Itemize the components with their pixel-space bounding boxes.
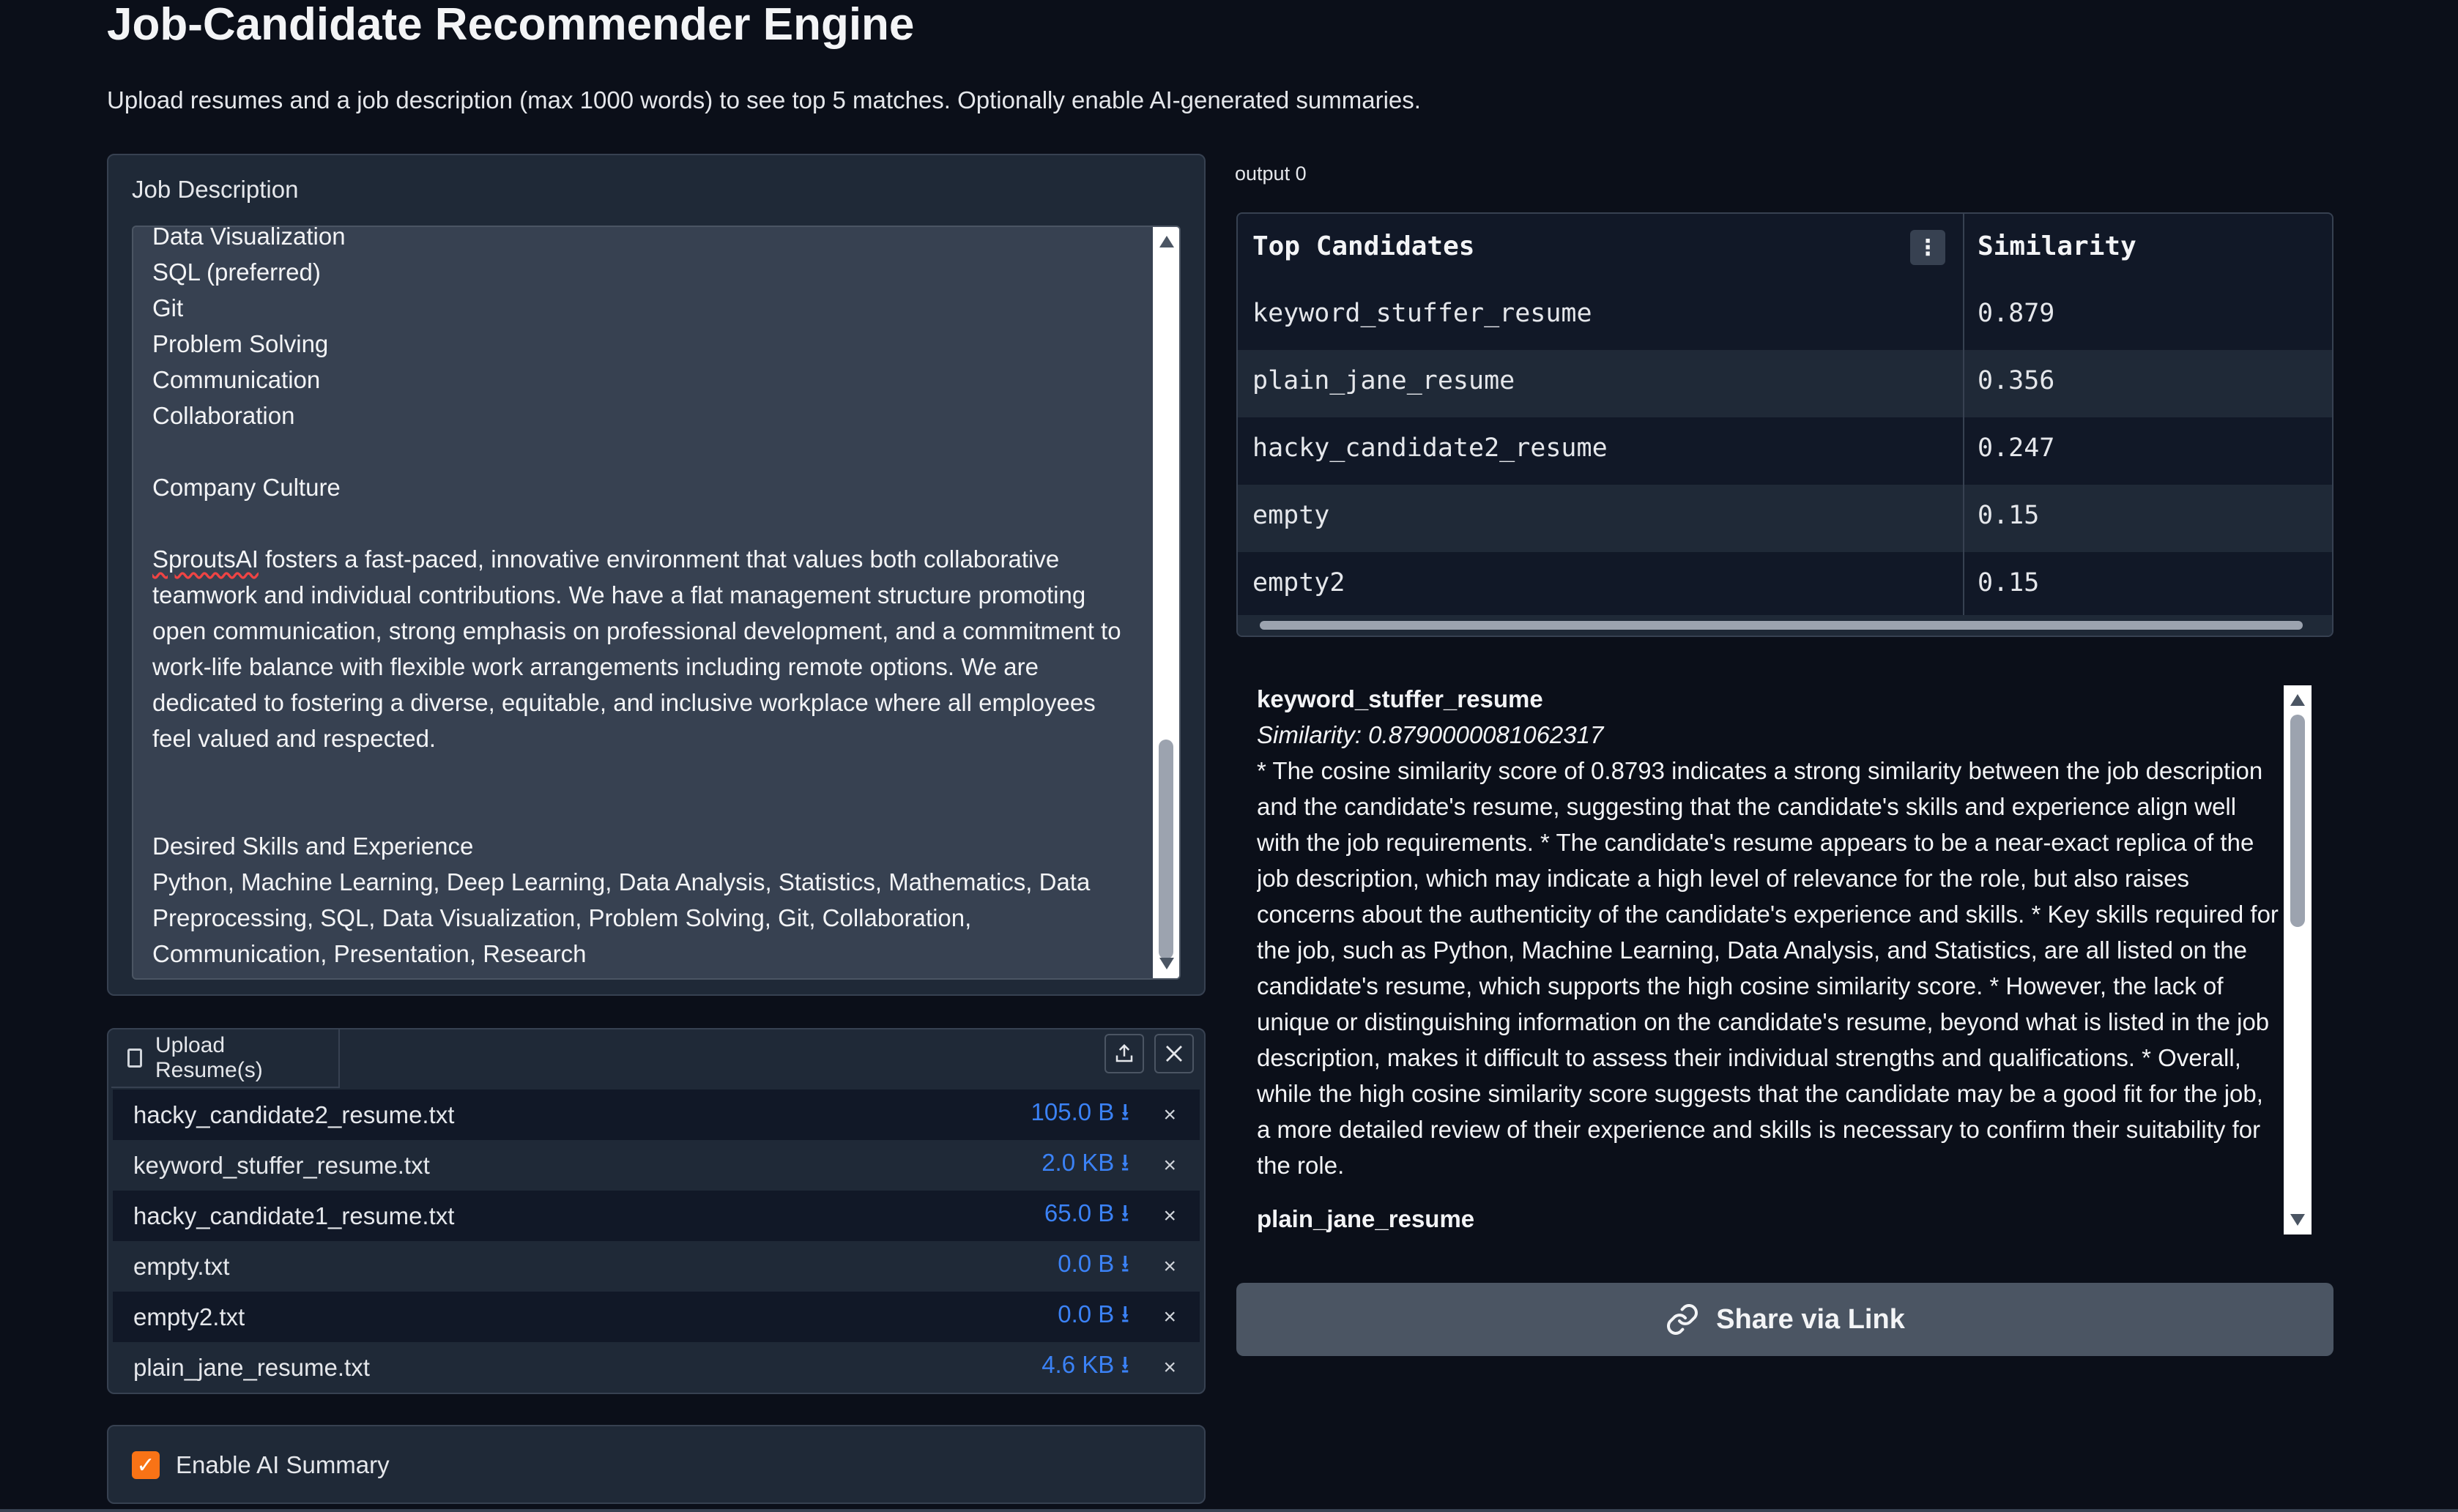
file-row: empty.txt 0.0 B ⭳ × (113, 1241, 1200, 1292)
column-divider (1963, 552, 1964, 619)
jd-scroll-thumb[interactable] (1159, 740, 1173, 959)
output-label: output 0 (1235, 163, 1307, 185)
file-name: empty.txt (133, 1252, 230, 1280)
file-download-link[interactable]: 65.0 B ⭳ (1044, 1196, 1129, 1237)
ai-summary-output: keyword_stuffer_resume Similarity: 0.879… (1257, 681, 2285, 1234)
share-via-link-button[interactable]: Share via Link (1236, 1283, 2333, 1356)
file-download-link[interactable]: 2.0 KB ⭳ (1042, 1145, 1129, 1186)
file-name: hacky_candidate1_resume.txt (133, 1202, 455, 1229)
page-title: Job-Candidate Recommender Engine (107, 0, 915, 50)
file-name: hacky_candidate2_resume.txt (133, 1101, 455, 1128)
ai-summary-label[interactable]: Enable AI Summary (176, 1451, 390, 1479)
remove-file-button[interactable]: × (1163, 1153, 1176, 1178)
remove-file-button[interactable]: × (1163, 1305, 1176, 1330)
table-row: keyword_stuffer_resume 0.879 (1238, 283, 2332, 350)
jd-scrollbar[interactable] (1153, 227, 1179, 978)
page-subtitle: Upload resumes and a job description (ma… (107, 86, 1421, 113)
footer-divider (0, 1509, 2458, 1512)
summary-text: keyword_stuffer_resume Similarity: 0.879… (1257, 681, 2282, 1234)
file-row: plain_jane_resume.txt 4.6 KB ⭳ × (113, 1342, 1200, 1393)
table-horizontal-scrollbar[interactable] (1238, 615, 2332, 636)
summary-scroll-thumb[interactable] (2290, 715, 2305, 927)
link-icon (1667, 1304, 1698, 1335)
upload-resumes-panel: Upload Resume(s) hacky_candidate2_resume… (107, 1028, 1206, 1394)
upload-icon[interactable] (1104, 1034, 1144, 1073)
upload-actions (1104, 1034, 1194, 1073)
candidate-cell[interactable]: hacky_candidate2_resume (1252, 433, 1608, 463)
table-row: empty2 0.15 (1238, 552, 2332, 619)
candidate-cell[interactable]: plain_jane_resume (1252, 366, 1515, 395)
summary-scrollbar[interactable] (2284, 685, 2312, 1234)
remove-file-button[interactable]: × (1163, 1355, 1176, 1380)
close-icon[interactable] (1154, 1034, 1194, 1073)
column-divider (1963, 214, 1964, 283)
scroll-down-icon[interactable] (2290, 1214, 2305, 1226)
file-download-link[interactable]: 105.0 B ⭳ (1031, 1095, 1129, 1136)
similarity-cell[interactable]: 0.356 (1978, 366, 2054, 395)
candidate-cell[interactable]: empty (1252, 501, 1329, 530)
table-row: plain_jane_resume 0.356 (1238, 350, 2332, 417)
file-name: keyword_stuffer_resume.txt (133, 1151, 430, 1179)
file-download-link[interactable]: 0.0 B ⭳ (1058, 1297, 1129, 1338)
summary-similarity: Similarity: 0.8790000081062317 (1257, 721, 1604, 748)
remove-file-button[interactable]: × (1163, 1204, 1176, 1229)
results-table: Top Candidates ⋮ Similarity keyword_stuf… (1236, 212, 2333, 637)
table-header: Top Candidates ⋮ Similarity (1238, 214, 2332, 284)
similarity-cell[interactable]: 0.15 (1978, 501, 2039, 530)
column-divider (1963, 350, 1964, 417)
candidate-cell[interactable]: empty2 (1252, 568, 1345, 597)
job-description-textarea[interactable]: Data Visualization SQL (preferred) Git P… (132, 226, 1181, 980)
column-divider (1963, 417, 1964, 485)
summary-candidate-name: keyword_stuffer_resume (1257, 685, 1543, 712)
similarity-cell[interactable]: 0.247 (1978, 433, 2054, 463)
candidate-cell[interactable]: keyword_stuffer_resume (1252, 299, 1592, 328)
job-description-label: Job Description (132, 176, 299, 203)
ai-summary-checkbox-panel: ✓ Enable AI Summary (107, 1425, 1206, 1504)
jd-text-after: fosters a fast-paced, innovative environ… (152, 545, 1121, 967)
scroll-down-icon[interactable] (1159, 958, 1174, 969)
jd-text-before: Data Visualization SQL (preferred) Git P… (152, 226, 346, 501)
file-icon (127, 1049, 142, 1068)
remove-file-button[interactable]: × (1163, 1103, 1176, 1128)
jd-misspelled-word: SproutsAI (152, 545, 259, 573)
file-row: hacky_candidate2_resume.txt 105.0 B ⭳ × (113, 1090, 1200, 1140)
file-row: empty2.txt 0.0 B ⭳ × (113, 1292, 1200, 1342)
column-menu-icon[interactable]: ⋮ (1910, 230, 1945, 265)
upload-resumes-tab[interactable]: Upload Resume(s) (111, 1029, 340, 1088)
ai-summary-checkbox[interactable]: ✓ (132, 1451, 160, 1479)
job-description-text: Data Visualization SQL (preferred) Git P… (152, 226, 1148, 972)
file-download-link[interactable]: 4.6 KB ⭳ (1042, 1347, 1129, 1388)
similarity-cell[interactable]: 0.879 (1978, 299, 2054, 328)
job-description-panel: Job Description Data Visualization SQL (… (107, 154, 1206, 996)
file-download-link[interactable]: 0.0 B ⭳ (1058, 1246, 1129, 1287)
summary-body: * The cosine similarity score of 0.8793 … (1257, 757, 2279, 1179)
similarity-cell[interactable]: 0.15 (1978, 568, 2039, 597)
header-similarity[interactable]: Similarity (1978, 231, 2136, 261)
file-row: hacky_candidate1_resume.txt 65.0 B ⭳ × (113, 1191, 1200, 1241)
file-row: keyword_stuffer_resume.txt 2.0 KB ⭳ × (113, 1140, 1200, 1191)
remove-file-button[interactable]: × (1163, 1254, 1176, 1279)
column-divider (1963, 485, 1964, 552)
summary-next-candidate-name: plain_jane_resume (1257, 1205, 1475, 1232)
table-row: empty 0.15 (1238, 485, 2332, 552)
table-row: hacky_candidate2_resume 0.247 (1238, 417, 2332, 485)
table-scroll-thumb[interactable] (1260, 621, 2303, 630)
scroll-up-icon[interactable] (1159, 236, 1174, 247)
share-button-label: Share via Link (1716, 1303, 1905, 1335)
file-name: plain_jane_resume.txt (133, 1353, 370, 1381)
column-divider (1963, 283, 1964, 350)
scroll-up-icon[interactable] (2290, 694, 2305, 706)
file-list: hacky_candidate2_resume.txt 105.0 B ⭳ × … (113, 1090, 1200, 1393)
file-name: empty2.txt (133, 1303, 245, 1330)
upload-tab-label: Upload Resume(s) (155, 1033, 263, 1082)
header-top-candidates[interactable]: Top Candidates (1252, 231, 1474, 261)
